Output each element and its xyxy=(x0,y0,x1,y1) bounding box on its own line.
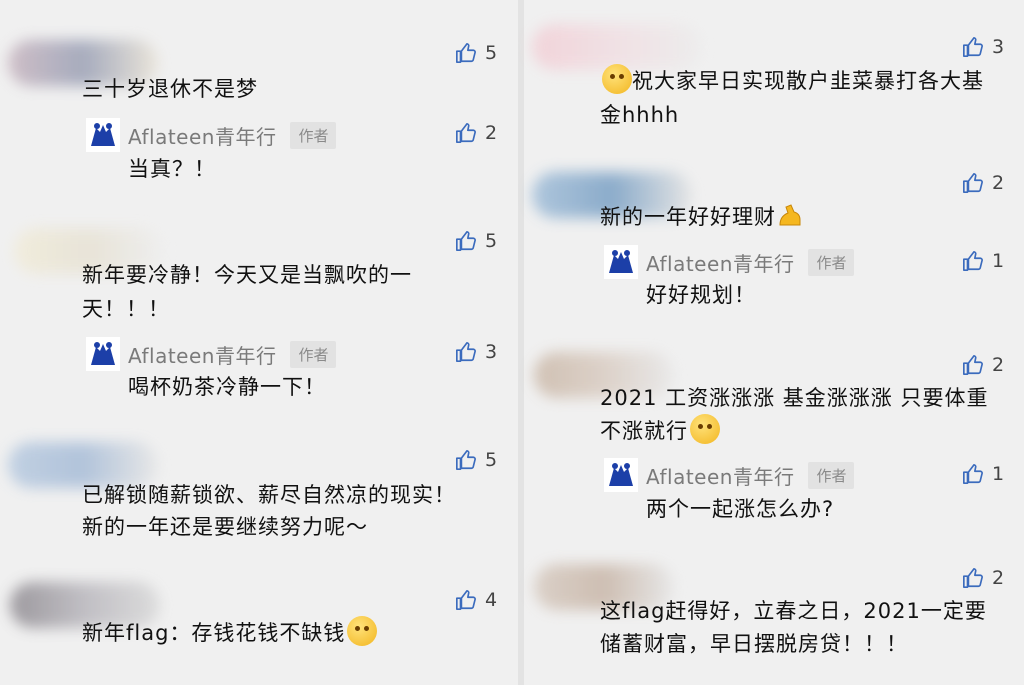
thumbs-up-icon xyxy=(455,122,477,144)
comment-text: 祝大家早日实现散户韭菜暴打各大基 xyxy=(600,64,984,98)
like-button[interactable]: 4 xyxy=(455,589,497,611)
reply-author-name[interactable]: Aflateen青年行 xyxy=(128,121,276,150)
like-button[interactable]: 5 xyxy=(455,230,497,252)
comment-text-content: 祝大家早日实现散户韭菜暴打各大基 xyxy=(632,69,984,93)
comment-text-content: 新的一年好好理财 xyxy=(600,205,776,229)
like-count: 4 xyxy=(485,589,498,611)
like-button[interactable]: 5 xyxy=(455,42,497,64)
reply-header: Aflateen青年行 作者 xyxy=(86,118,337,152)
thumbs-up-icon xyxy=(455,42,477,64)
reply-text: 好好规划！ xyxy=(646,283,756,307)
author-logo-icon xyxy=(91,342,115,365)
reply-text: 喝杯奶茶冷静一下！ xyxy=(128,375,326,399)
like-button[interactable]: 1 xyxy=(962,463,1004,485)
like-button[interactable]: 3 xyxy=(455,341,497,363)
comment-text: 2021 工资涨涨涨 基金涨涨涨 只要体重 xyxy=(600,386,989,410)
comment-text: 不涨就行 xyxy=(600,414,720,448)
like-button[interactable]: 2 xyxy=(962,172,1004,194)
reply-text: 当真？！ xyxy=(128,157,216,181)
author-avatar[interactable] xyxy=(604,245,638,279)
author-avatar[interactable] xyxy=(86,118,120,152)
thumbs-up-icon xyxy=(455,449,477,471)
winking-face-icon xyxy=(602,64,632,94)
like-count: 1 xyxy=(992,463,1005,485)
reply-author-name[interactable]: Aflateen青年行 xyxy=(128,340,276,369)
comment-text: 金hhhh xyxy=(600,103,680,127)
thinking-face-icon xyxy=(690,414,720,444)
comment-text: 已解锁随薪锁欲、薪尽自然凉的现实！ xyxy=(82,483,456,507)
comment-text-content: 新年flag：存钱花钱不缺钱 xyxy=(82,621,346,645)
like-count: 1 xyxy=(992,250,1005,272)
thumbs-up-icon xyxy=(962,172,984,194)
like-button[interactable]: 2 xyxy=(455,122,497,144)
reply-header: Aflateen青年行 作者 xyxy=(604,458,855,492)
comment-text: 这flag赶得好，立春之日，2021一定要 xyxy=(600,599,987,623)
author-logo-icon xyxy=(609,250,633,273)
like-button[interactable]: 5 xyxy=(455,449,497,471)
like-count: 2 xyxy=(992,567,1005,589)
author-logo-icon xyxy=(609,463,633,486)
thumbs-up-icon xyxy=(455,230,477,252)
comment-text: 新年flag：存钱花钱不缺钱 xyxy=(82,616,378,650)
comment-text: 天！！！ xyxy=(82,297,170,321)
like-count: 2 xyxy=(485,122,498,144)
flexed-biceps-icon xyxy=(776,201,804,229)
thumbs-up-icon xyxy=(455,341,477,363)
like-count: 3 xyxy=(485,341,498,363)
author-badge: 作者 xyxy=(808,461,855,489)
like-count: 5 xyxy=(485,449,498,471)
reply-author-name[interactable]: Aflateen青年行 xyxy=(646,461,794,490)
comment-text: 三十岁退休不是梦 xyxy=(82,77,258,101)
author-avatar[interactable] xyxy=(86,337,120,371)
comment-text-content: 不涨就行 xyxy=(600,419,688,443)
like-button[interactable]: 2 xyxy=(962,567,1004,589)
reply-header: Aflateen青年行 作者 xyxy=(86,337,337,371)
like-button[interactable]: 2 xyxy=(962,354,1004,376)
thumbs-up-icon xyxy=(962,463,984,485)
author-badge: 作者 xyxy=(290,121,337,149)
author-badge: 作者 xyxy=(290,340,337,368)
author-badge: 作者 xyxy=(808,248,855,276)
thumbs-up-icon xyxy=(962,354,984,376)
author-avatar[interactable] xyxy=(604,458,638,492)
like-count: 2 xyxy=(992,354,1005,376)
thumbs-up-icon xyxy=(455,589,477,611)
like-count: 2 xyxy=(992,172,1005,194)
like-count: 5 xyxy=(485,42,498,64)
reply-author-name[interactable]: Aflateen青年行 xyxy=(646,248,794,277)
comment-text: 新年要冷静！今天又是当飘吹的一 xyxy=(82,263,412,287)
reply-header: Aflateen青年行 作者 xyxy=(604,245,855,279)
comment-text: 储蓄财富，早日摆脱房贷！！！ xyxy=(600,632,908,656)
thumbs-up-icon xyxy=(962,567,984,589)
reply-text: 两个一起涨怎么办? xyxy=(646,497,835,521)
author-logo-icon xyxy=(91,123,115,146)
like-count: 5 xyxy=(485,230,498,252)
thinking-face-icon xyxy=(347,616,378,646)
comment-text: 新的一年好好理财 xyxy=(600,200,804,234)
comment-text: 新的一年还是要继续努力呢～ xyxy=(82,515,368,539)
thumbs-up-icon xyxy=(962,250,984,272)
like-button[interactable]: 3 xyxy=(962,36,1004,58)
like-count: 3 xyxy=(992,36,1005,58)
like-button[interactable]: 1 xyxy=(962,250,1004,272)
thumbs-up-icon xyxy=(962,36,984,58)
